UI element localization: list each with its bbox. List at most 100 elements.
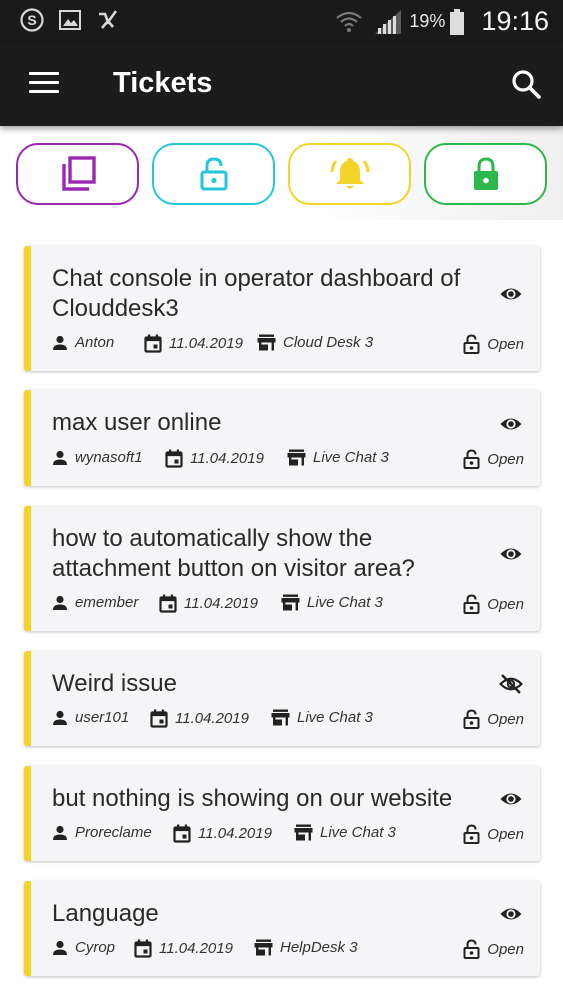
lock-icon: [473, 157, 498, 190]
filter-unlocked-button[interactable]: [152, 143, 275, 205]
filter-all-button[interactable]: [16, 143, 139, 205]
eye-icon[interactable]: [499, 787, 523, 811]
store-icon: [281, 594, 300, 611]
ticket-desk-name: Live Chat 3: [320, 824, 396, 841]
ticket-date: 11.04.2019: [165, 449, 264, 468]
ticket-desk: Live Chat 3: [271, 709, 373, 726]
ticket-meta: emember 11.04.2019 Live Chat 3 Open: [52, 594, 524, 616]
store-icon: [294, 824, 313, 841]
ticket-user: wynasoft1: [52, 449, 143, 466]
ticket-card[interactable]: Weird issue user101 11.04.2019 Live Chat 3 O…: [24, 651, 540, 746]
store-icon: [257, 334, 276, 351]
ticket-status-label: Open: [487, 595, 524, 613]
ticket-desk-name: Live Chat 3: [297, 709, 373, 726]
image-icon: [59, 10, 81, 30]
ticket-date-value: 11.04.2019: [159, 940, 233, 957]
ticket-card[interactable]: but nothing is showing on our website Pro…: [24, 766, 540, 861]
visibility-toggle[interactable]: [499, 412, 523, 436]
visibility-toggle[interactable]: [499, 542, 523, 566]
ticket-user: Cyrop: [52, 939, 115, 956]
eye-icon[interactable]: [499, 282, 523, 306]
ticket-status: Open: [463, 594, 524, 614]
ticket-status: Open: [463, 709, 524, 729]
ticket-status-label: Open: [487, 710, 524, 728]
calendar-icon: [165, 449, 183, 468]
ticket-desk-name: HelpDesk 3: [280, 939, 358, 956]
lock-open-icon: [463, 449, 480, 469]
system-indicators: 19% 19:16: [335, 6, 549, 37]
calendar-icon: [159, 594, 177, 613]
ticket-desk: Live Chat 3: [287, 449, 389, 466]
ticket-status-label: Open: [487, 940, 524, 958]
ticket-desk: HelpDesk 3: [254, 939, 358, 956]
ticket-desk-name: Cloud Desk 3: [283, 334, 374, 351]
ticket-card[interactable]: how to automatically show the attachment…: [24, 506, 540, 631]
clock: 19:16: [481, 6, 549, 36]
lock-open-icon: [200, 157, 227, 191]
ticket-card[interactable]: Chat console in operator dashboard of Cl…: [24, 246, 540, 371]
store-icon: [287, 449, 306, 466]
ticket-title: max user online: [52, 409, 222, 436]
page-title: Tickets: [113, 67, 213, 99]
ticket-user-name: Cyrop: [75, 939, 116, 956]
ticket-desk: Live Chat 3: [294, 824, 396, 841]
ticket-card[interactable]: max user online wynasoft1 11.04.2019 Live C…: [24, 390, 540, 486]
ticket-date-value: 11.04.2019: [198, 825, 272, 842]
ticket-date-value: 11.04.2019: [184, 595, 258, 612]
visibility-toggle[interactable]: [499, 902, 523, 926]
ticket-meta: user101 11.04.2019 Live Chat 3 Open: [52, 709, 524, 731]
ticket-card[interactable]: Language Cyrop 11.04.2019 HelpDesk 3 Open: [24, 881, 540, 976]
search-icon[interactable]: [510, 68, 542, 100]
person-icon: [53, 450, 67, 465]
ticket-status-label: Open: [487, 450, 524, 468]
ticket-status: Open: [463, 449, 524, 469]
lock-open-icon: [463, 334, 480, 354]
person-icon: [53, 825, 67, 840]
lock-open-icon: [463, 594, 480, 614]
ticket-title: Language: [52, 900, 159, 927]
ticket-meta: Anton 11.04.2019 Cloud Desk 3 Open: [52, 334, 524, 356]
status-bar: S 19% 19:16: [0, 0, 563, 44]
filter-notifications-button[interactable]: [288, 143, 411, 205]
notification-icons: S: [20, 8, 120, 32]
signal-icon: [375, 9, 402, 34]
ticket-date: 11.04.2019: [144, 334, 243, 353]
lock-open-icon: [463, 824, 480, 844]
visibility-toggle[interactable]: [499, 282, 523, 306]
visibility-toggle[interactable]: [499, 787, 523, 811]
ticket-user-name: emember: [75, 594, 139, 611]
ticket-user: user101: [52, 709, 129, 726]
ticket-status: Open: [463, 939, 524, 959]
person-icon: [53, 335, 67, 350]
ticket-date-value: 11.04.2019: [190, 450, 264, 467]
person-icon: [53, 710, 67, 725]
ticket-status-label: Open: [487, 825, 524, 843]
ticket-date: 11.04.2019: [173, 824, 272, 843]
ticket-user-name: user101: [75, 709, 130, 726]
ticket-desk-name: Live Chat 3: [307, 594, 383, 611]
ticket-user-name: Anton: [75, 334, 115, 351]
visibility-toggle[interactable]: [498, 672, 524, 696]
store-icon: [254, 939, 273, 956]
eye-off-icon[interactable]: [498, 672, 524, 696]
filter-locked-button[interactable]: [424, 143, 547, 205]
ticket-status-label: Open: [487, 335, 524, 353]
ticket-desk-name: Live Chat 3: [313, 449, 389, 466]
ticket-meta: Cyrop 11.04.2019 HelpDesk 3 Open: [52, 939, 524, 961]
ticket-title: how to automatically show the attachment…: [52, 525, 415, 582]
menu-icon[interactable]: [29, 72, 59, 94]
ticket-status: Open: [463, 334, 524, 354]
ticket-title: Weird issue: [52, 670, 177, 697]
calendar-icon: [134, 939, 152, 958]
eye-icon[interactable]: [499, 542, 523, 566]
store-icon: [271, 709, 290, 726]
ticket-meta: wynasoft1 11.04.2019 Live Chat 3 Open: [52, 449, 524, 471]
eye-icon[interactable]: [499, 902, 523, 926]
lock-open-icon: [463, 939, 480, 959]
bell-icon: [330, 158, 369, 189]
ticket-date: 11.04.2019: [134, 939, 233, 958]
app-bar: Tickets: [0, 44, 563, 126]
eye-icon[interactable]: [499, 412, 523, 436]
ticket-date: 11.04.2019: [150, 709, 249, 728]
ticket-date-value: 11.04.2019: [169, 335, 243, 352]
